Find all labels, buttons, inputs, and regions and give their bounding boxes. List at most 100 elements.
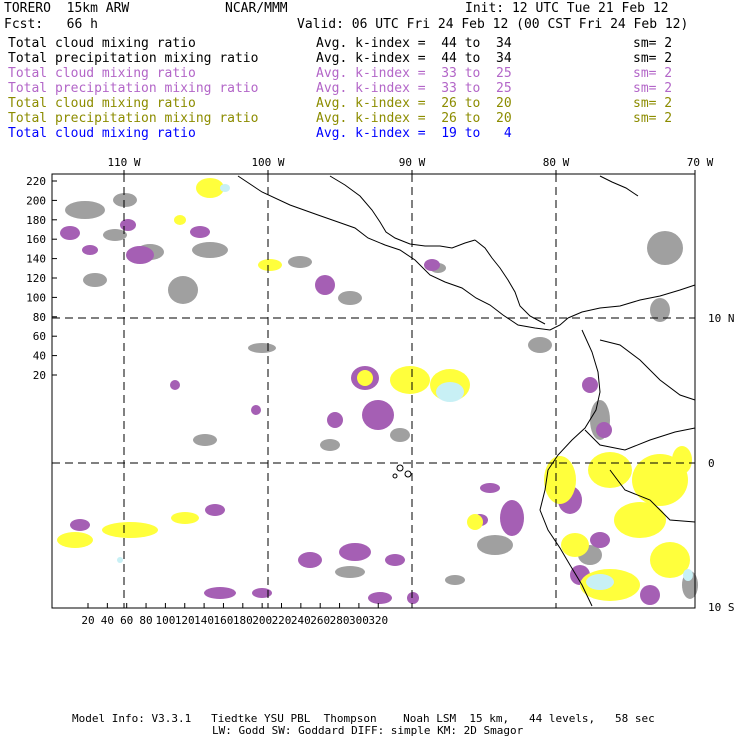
cloud-blob [57,532,93,548]
cloud-blob [251,405,261,415]
x-tick-label: 280 [330,614,350,627]
cloud-blob [647,231,683,265]
cloud-blob [190,226,210,238]
cloud-blob [117,557,123,563]
cloud-blob [390,366,430,394]
cloud-blob [582,377,598,393]
cloud-blob [596,422,612,438]
cloud-blob [586,574,614,590]
cloud-blob [204,587,236,599]
cloud-blob [170,380,180,390]
y-tick-label: 80 [33,311,46,324]
cloud-blob [102,522,158,538]
cloud-blob [252,588,272,598]
cloud-blob [103,229,127,241]
cloud-blob [205,504,225,516]
model-physics: LW: Godd SW: Goddard DIFF: simple KM: 2D… [212,724,524,737]
x-tick-label: 120 [175,614,195,627]
cloud-blob [590,532,610,548]
y-tick-label: 40 [33,350,46,363]
lat-label: 0 [708,457,715,470]
cloud-blob [385,554,405,566]
y-tick-label: 60 [33,330,46,343]
cloud-blob [60,226,80,240]
cloud-blob [174,215,186,225]
cloud-blob [288,256,312,268]
y-tick-label: 20 [33,369,46,382]
cloud-blob [424,259,440,271]
cloud-blob [480,483,500,493]
lat-label: 10 N [708,312,735,325]
cloud-blob [338,291,362,305]
cloud-blob [258,259,282,271]
x-tick-label: 240 [291,614,311,627]
lon-label: 70 W [687,156,714,169]
top-ticks [123,170,696,174]
x-tick-label: 200 [252,614,272,627]
cloud-blob [83,273,107,287]
cloud-blob [126,246,154,264]
x-tick-label: 320 [368,614,388,627]
cloud-blob [248,343,276,353]
cloud-blob [683,569,693,581]
cloud-blob [192,242,228,258]
cloud-blob [65,201,105,219]
cloud-blob [193,434,217,446]
cloud-blob [171,512,199,524]
cloud-blob [315,275,335,295]
cloud-blob [327,412,343,428]
y-tick-label: 140 [26,253,46,266]
x-tick-label: 140 [194,614,214,627]
lat-labels: 10 N 0 10 S [708,312,735,614]
x-tick-label: 260 [310,614,330,627]
cloud-blob [113,193,137,207]
cloud-blob [70,519,90,531]
cloud-blob [357,370,373,386]
y-tick-label: 180 [26,214,46,227]
x-tick-label: 100 [155,614,175,627]
lon-label: 90 W [399,156,426,169]
cloud-blob [339,543,371,561]
cloud-blob [368,592,392,604]
x-tick-label: 20 [81,614,94,627]
cloud-blob [528,337,552,353]
map-plot: 22020018016014012010080604020 20 40 60 80 10… [26,156,735,627]
cloud-blob [436,382,464,402]
x-tick-label: 160 [214,614,234,627]
cloud-blob [561,533,589,557]
cloud-blob [640,585,660,605]
y-tick-label: 220 [26,175,46,188]
cloud-blob [362,400,394,430]
cloud-blob [220,184,230,192]
cloud-blob [298,552,322,568]
cloud-blob [320,439,340,451]
x-tick-label: 180 [233,614,253,627]
lat-label: 10 S [708,601,735,614]
cloud-blob [196,178,224,198]
x-tick-label: 80 [139,614,152,627]
y-tick-label: 100 [26,291,46,304]
cloud-blob [672,446,692,474]
cloud-blob [614,502,666,538]
lon-label: 80 W [543,156,570,169]
cloud-blob [500,500,524,536]
cloud-blob [477,535,513,555]
cloud-blob [120,219,136,231]
cloud-blob [335,566,365,578]
cloud-blob [445,575,465,585]
cloud-blob [82,245,98,255]
x-tick-label: 60 [120,614,133,627]
y-tick-label: 120 [26,272,46,285]
x-tick-label: 220 [272,614,292,627]
lon-label: 110 W [107,156,140,169]
lon-label: 100 W [251,156,284,169]
x-tick-label: 40 [101,614,114,627]
y-tick-label: 160 [26,233,46,246]
x-tick-label: 300 [349,614,369,627]
cloud-blob [467,514,483,530]
cloud-blob [390,428,410,442]
cloud-blob [407,592,419,604]
cloud-blob [168,276,198,304]
y-tick-label: 200 [26,194,46,207]
lon-labels: 110 W 100 W 90 W 80 W 70 W [107,156,713,169]
